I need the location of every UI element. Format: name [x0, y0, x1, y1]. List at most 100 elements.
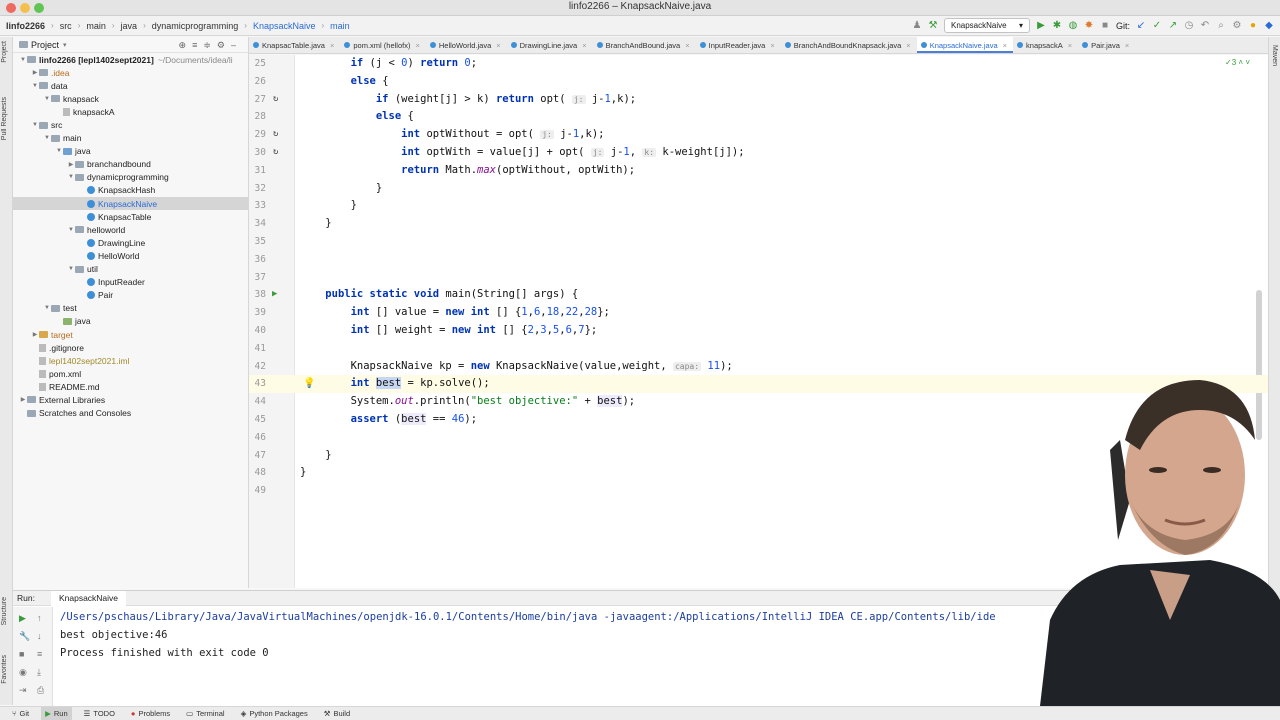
code-line[interactable]: 33 } [249, 197, 1280, 215]
code-line[interactable]: 37 [249, 269, 1280, 287]
code-line[interactable]: 36 [249, 251, 1280, 269]
search-icon[interactable]: ⌕ [1216, 20, 1226, 31]
tree-item[interactable]: ▼ linfo2266 [lepl1402sept2021] ~/Documents… [13, 53, 248, 66]
stop-icon[interactable]: ■ [1100, 20, 1110, 31]
tree-item[interactable]: README.md [13, 380, 248, 393]
editor-tab[interactable]: pom.xml (hellofx) × [340, 37, 426, 53]
favorites-tool-button[interactable]: Favorites [1, 655, 8, 684]
chevron-right-icon[interactable]: ▶ [31, 69, 39, 76]
git-update-icon[interactable]: ↙ [1136, 20, 1146, 31]
hide-icon[interactable]: – [231, 40, 242, 50]
tree-item[interactable]: ▼ helloworld [13, 223, 248, 236]
tree-item[interactable]: Scratches and Consoles [13, 407, 248, 420]
rollback-icon[interactable]: ↶ [1200, 20, 1210, 31]
problems-tool-button[interactable]: ● Problems [127, 707, 174, 720]
wrench-icon[interactable]: 🔧 [19, 631, 30, 642]
chevron-right-icon[interactable]: ▶ [67, 161, 75, 168]
settings-gear-icon[interactable]: ⚙ [1232, 20, 1242, 31]
history-icon[interactable]: ◷ [1184, 20, 1194, 31]
code-line[interactable]: 28 else { [249, 108, 1280, 126]
soft-wrap-icon[interactable]: ≡ [37, 649, 42, 659]
exit-icon[interactable]: ⇥ [19, 685, 27, 696]
tree-item[interactable]: java [13, 315, 248, 328]
code-line[interactable]: 40 int [] weight = new int [] {2,3,5,6,7… [249, 322, 1280, 340]
close-tab-icon[interactable]: × [1068, 41, 1072, 50]
run-main-gutter-icon[interactable]: ▶ [272, 286, 277, 304]
code-line[interactable]: 39 int [] value = new int [] {1,6,18,22,… [249, 304, 1280, 322]
build-tool-button[interactable]: ⚒ Build [320, 707, 354, 720]
breadcrumb-main[interactable]: main [86, 21, 106, 31]
chevron-down-icon[interactable]: ▾ [63, 41, 67, 49]
tree-item[interactable]: Pair [13, 289, 248, 302]
git-commit-icon[interactable]: ✓ [1152, 20, 1162, 31]
chevron-down-icon[interactable]: ▼ [67, 174, 75, 180]
chevron-down-icon[interactable]: ▼ [31, 83, 39, 89]
tree-item[interactable]: lepl1402sept2021.iml [13, 354, 248, 367]
code-line[interactable]: 41 [249, 340, 1280, 358]
project-tool-button[interactable]: Project [1, 41, 8, 63]
run-icon[interactable]: ▶ [1036, 20, 1046, 31]
code-line[interactable]: 30 ↻ int optWith = value[j] + opt( j: j-1… [249, 144, 1280, 162]
editor-tab[interactable]: KnapsackNaive.java × [916, 37, 1014, 53]
project-panel-title[interactable]: Project [31, 40, 59, 50]
tree-item[interactable]: ▼ dynamicprogramming [13, 171, 248, 184]
editor-tab[interactable]: HelloWorld.java × [426, 37, 507, 53]
settings-gear-icon[interactable]: ⚙ [217, 40, 231, 50]
tree-item[interactable]: ▼ main [13, 132, 248, 145]
chevron-down-icon[interactable]: ▼ [55, 148, 63, 154]
code-line[interactable]: 31 return Math.max(optWithout, optWith); [249, 162, 1280, 180]
tree-item[interactable]: KnapsackNaive [13, 197, 248, 211]
breadcrumb-java[interactable]: java [121, 21, 138, 31]
tree-item[interactable]: ▶ External Libraries [13, 393, 248, 406]
tree-item[interactable]: ▼ src [13, 118, 248, 131]
chevron-down-icon[interactable]: ▼ [67, 227, 75, 233]
print-icon[interactable]: ⎙ [37, 685, 44, 696]
run-tool-button[interactable]: ▶ Run [41, 707, 72, 720]
collapse-all-icon[interactable]: ≑ [203, 40, 217, 50]
tree-item[interactable]: ▶ target [13, 328, 248, 341]
maven-tool-button[interactable]: Maven [1271, 45, 1278, 66]
breadcrumb-src[interactable]: src [60, 21, 72, 31]
chevron-right-icon[interactable]: ▶ [19, 396, 27, 403]
build-hammer-icon[interactable]: ⚒ [928, 20, 938, 31]
scroll-down-icon[interactable]: ↓ [37, 631, 42, 641]
user-icon[interactable]: ♟ [912, 20, 922, 31]
tree-item[interactable]: DrawingLine [13, 236, 248, 249]
close-tab-icon[interactable]: × [415, 41, 419, 50]
close-tab-icon[interactable]: × [496, 41, 500, 50]
notification-icon[interactable]: ● [1248, 20, 1258, 31]
ide-logo-icon[interactable]: ◆ [1264, 20, 1274, 31]
run-configuration-select[interactable]: KnapsackNaive ▾ [943, 18, 1030, 33]
chevron-down-icon[interactable]: ▼ [43, 135, 51, 141]
git-push-icon[interactable]: ↗ [1168, 20, 1178, 31]
close-tab-icon[interactable]: × [770, 41, 774, 50]
pull-requests-tool-button[interactable]: Pull Requests [1, 97, 8, 140]
terminal-tool-button[interactable]: ▭ Terminal [182, 707, 228, 720]
close-tab-icon[interactable]: × [1125, 41, 1129, 50]
tree-item[interactable]: pom.xml [13, 367, 248, 380]
coverage-icon[interactable]: ◍ [1068, 20, 1078, 31]
locate-icon[interactable]: ⊕ [179, 40, 193, 50]
tree-item[interactable]: KnapsacTable [13, 210, 248, 223]
close-tab-icon[interactable]: × [582, 41, 586, 50]
code-line[interactable]: 32 } [249, 180, 1280, 198]
expand-all-icon[interactable]: ≡ [192, 40, 203, 50]
tree-item[interactable]: HelloWorld [13, 249, 248, 262]
chevron-down-icon[interactable]: ▼ [67, 266, 75, 272]
breadcrumb-method[interactable]: main [330, 21, 350, 31]
structure-tool-button[interactable]: Structure [1, 597, 8, 625]
code-line[interactable]: 27 ↻ if (weight[j] > k) return opt( j: j-… [249, 91, 1280, 109]
console-output[interactable]: /Users/pschaus/Library/Java/JavaVirtualM… [60, 609, 996, 662]
code-line[interactable]: 34 } [249, 215, 1280, 233]
editor-tab[interactable]: BranchAndBoundKnapsack.java × [781, 37, 917, 53]
scroll-to-end-icon[interactable]: ⤓ [37, 667, 41, 678]
breadcrumb-class[interactable]: KnapsackNaive [253, 21, 316, 31]
editor-tab[interactable]: KnapsacTable.java × [249, 37, 340, 53]
close-tab-icon[interactable]: × [330, 41, 334, 50]
chevron-down-icon[interactable]: ▼ [43, 96, 51, 102]
tree-item[interactable]: ▼ test [13, 302, 248, 315]
close-tab-icon[interactable]: × [1003, 41, 1007, 50]
python-packages-tool-button[interactable]: ◈ Python Packages [237, 707, 312, 720]
tree-item[interactable]: knapsackA [13, 105, 248, 118]
todo-tool-button[interactable]: ☰ TODO [80, 707, 119, 720]
